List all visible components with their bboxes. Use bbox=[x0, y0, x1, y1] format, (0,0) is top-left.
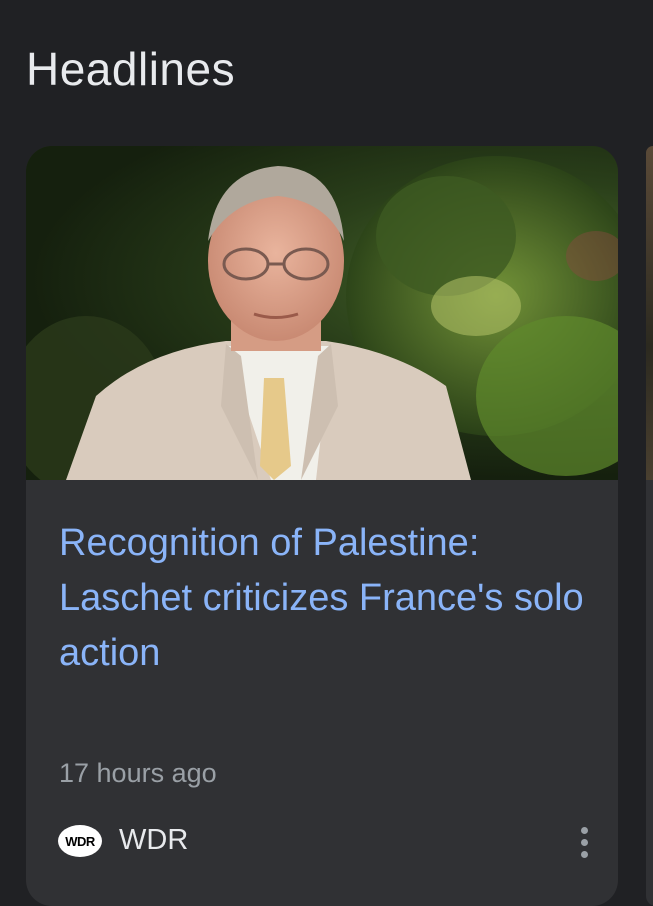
article-headline[interactable]: Recognition of Palestine: Laschet critic… bbox=[59, 516, 599, 681]
article-image[interactable] bbox=[26, 146, 618, 480]
section-title: Headlines bbox=[26, 43, 236, 95]
source-name[interactable]: WDR bbox=[119, 824, 188, 857]
more-dot bbox=[580, 838, 588, 846]
wdr-logo: WDR bbox=[58, 825, 102, 857]
article-timestamp: 17 hours ago bbox=[59, 758, 217, 788]
more-dot bbox=[580, 850, 588, 858]
news-card[interactable]: Recognition of Palestine: Laschet critic… bbox=[26, 146, 618, 906]
more-dot bbox=[580, 826, 588, 834]
source-row: WDR WDR bbox=[56, 818, 596, 868]
article-photo bbox=[26, 156, 618, 480]
source-logo-text: WDR bbox=[65, 833, 95, 849]
more-vert-icon[interactable] bbox=[572, 820, 596, 864]
next-news-card[interactable] bbox=[646, 146, 653, 906]
